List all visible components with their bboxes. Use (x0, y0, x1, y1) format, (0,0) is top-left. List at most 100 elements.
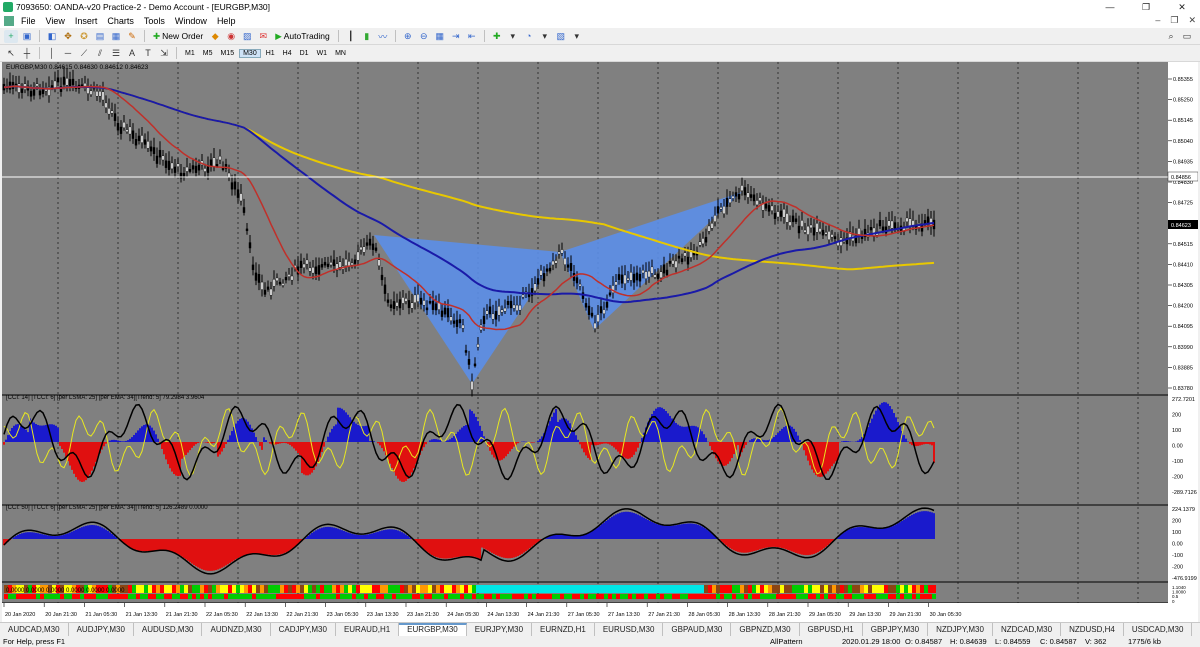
menu-insert[interactable]: Insert (70, 16, 103, 26)
timeframe-m15[interactable]: M15 (217, 50, 237, 57)
crosshair-icon[interactable]: ┼ (20, 47, 34, 60)
tab-cadjpy-m30[interactable]: CADJPY,M30 (271, 623, 336, 636)
tab-gbpusd-h1[interactable]: GBPUSD,H1 (800, 623, 863, 636)
chart-shift-icon[interactable]: ⇤ (465, 30, 479, 43)
menu-view[interactable]: View (41, 16, 70, 26)
new-order-button[interactable]: ✚ New Order (150, 30, 206, 43)
timeframe-w1[interactable]: W1 (314, 50, 331, 57)
child-close-icon[interactable]: ✕ (1188, 15, 1196, 26)
menu-help[interactable]: Help (212, 16, 241, 26)
cursor-icon[interactable]: ↖ (4, 47, 18, 60)
signal-cell (816, 594, 820, 599)
trendline-icon[interactable]: ⟋ (77, 47, 91, 60)
minimize-button[interactable]: — (1092, 0, 1128, 14)
signal-cell (652, 585, 656, 593)
tab-nzdusd-h4[interactable]: NZDUSD,H4 (1061, 623, 1124, 636)
signals-icon[interactable]: ◉ (224, 30, 238, 43)
bar-chart-icon[interactable]: ┃ (344, 30, 358, 43)
signal-cell (660, 585, 664, 593)
vertical-line-icon[interactable]: │ (45, 47, 59, 60)
signal-cell (648, 585, 652, 593)
horizontal-line-icon[interactable]: ─ (61, 47, 75, 60)
search-icon[interactable]: ⌕ (1164, 30, 1178, 43)
fibonacci-icon[interactable]: ☰ (109, 47, 123, 60)
menu-file[interactable]: File (16, 16, 41, 26)
text-icon[interactable]: A (125, 47, 139, 60)
zoom-in-icon[interactable]: ⊕ (401, 30, 415, 43)
navigator-icon[interactable]: ✪ (77, 30, 91, 43)
market-icon[interactable]: ▨ (240, 30, 254, 43)
zoom-out-icon[interactable]: ⊖ (417, 30, 431, 43)
signal-cell (492, 594, 496, 599)
timeframe-m1[interactable]: M1 (182, 50, 198, 57)
candle-body (302, 263, 306, 268)
candle-body (269, 288, 273, 296)
terminal-icon[interactable]: ▤ (93, 30, 107, 43)
periods-icon[interactable]: ◔ (522, 30, 536, 43)
menu-window[interactable]: Window (170, 16, 212, 26)
signal-cell (500, 585, 504, 593)
auto-scroll-icon[interactable]: ⇥ (449, 30, 463, 43)
tab-gbpaud-m30[interactable]: GBPAUD,M30 (663, 623, 732, 636)
timeframe-h4[interactable]: H4 (280, 50, 295, 57)
channel-icon[interactable]: ⫽ (93, 47, 107, 60)
tab-eurgbp-m30[interactable]: EURGBP,M30 (399, 623, 467, 636)
toolbar-separator (39, 30, 40, 42)
candle-body (662, 264, 666, 274)
metaeditor-icon[interactable]: ◆ (208, 30, 222, 43)
templates-icon[interactable]: ▧ (554, 30, 568, 43)
periods-dropdown-icon[interactable]: ▾ (538, 30, 552, 43)
signal-cell (512, 594, 516, 599)
tab-euraud-h1[interactable]: EURAUD,H1 (336, 623, 400, 636)
candle-body (770, 205, 774, 211)
new-chart-icon[interactable]: + (4, 29, 18, 43)
tab-eurjpy-m30[interactable]: EURJPY,M30 (467, 623, 533, 636)
tab-eurusd-m30[interactable]: EURUSD,M30 (595, 623, 664, 636)
candlestick-icon[interactable]: ▮ (360, 30, 374, 43)
tab-audnzd-m30[interactable]: AUDNZD,M30 (202, 623, 271, 636)
menu-tools[interactable]: Tools (139, 16, 170, 26)
chart-window[interactable]: 0.0000 0.0000 0.0000 0.0000 0.0000 0.000… (2, 62, 1198, 622)
signal-cell (912, 594, 916, 599)
timeframe-m30[interactable]: M30 (239, 48, 261, 58)
tab-audcad-m30[interactable]: AUDCAD,M30 (0, 623, 69, 636)
tab-gbpjpy-m30[interactable]: GBPJPY,M30 (863, 623, 929, 636)
price-chart-canvas[interactable]: 0.0000 0.0000 0.0000 0.0000 0.0000 0.000… (2, 62, 1198, 622)
profiles-icon[interactable]: ▣ (20, 30, 34, 43)
candle-body (116, 122, 120, 131)
tab-audusd-m30[interactable]: AUDUSD,M30 (134, 623, 203, 636)
timeframe-h1[interactable]: H1 (263, 50, 278, 57)
indicators-dropdown-icon[interactable]: ▾ (506, 30, 520, 43)
tile-windows-icon[interactable]: ▦ (433, 30, 447, 43)
tab-usdcad-m30[interactable]: USDCAD,M30 (1124, 623, 1193, 636)
tab-nzdjpy-m30[interactable]: NZDJPY,M30 (928, 623, 993, 636)
tab-nzdcad-m30[interactable]: NZDCAD,M30 (993, 623, 1062, 636)
tab-usdjpy-m30[interactable]: USDJPY,M30 (1192, 623, 1200, 636)
templates-dropdown-icon[interactable]: ▾ (570, 30, 584, 43)
tester-icon[interactable]: ▦ (109, 30, 123, 43)
signal-cell (276, 585, 280, 593)
candle-body (818, 228, 822, 233)
options-icon[interactable]: ✎ (125, 30, 139, 43)
tab-gbpnzd-m30[interactable]: GBPNZD,M30 (731, 623, 800, 636)
child-minimize-icon[interactable]: – (1155, 15, 1160, 26)
line-chart-icon[interactable]: 〰 (376, 30, 390, 43)
tab-audjpy-m30[interactable]: AUDJPY,M30 (69, 623, 134, 636)
indicators-icon[interactable]: ✚ (490, 30, 504, 43)
vps-icon[interactable]: ✉ (256, 30, 270, 43)
timeframe-m5[interactable]: M5 (200, 50, 216, 57)
autotrading-button[interactable]: ▶ AutoTrading (272, 30, 333, 43)
child-restore-icon[interactable]: ❐ (1170, 15, 1178, 26)
data-window-icon[interactable]: ✥ (61, 30, 75, 43)
menu-charts[interactable]: Charts (102, 16, 139, 26)
signal-cell (368, 594, 372, 599)
timeframe-mn[interactable]: MN (332, 50, 349, 57)
timeframe-d1[interactable]: D1 (297, 50, 312, 57)
chat-icon[interactable]: ▭ (1180, 30, 1194, 43)
maximize-button[interactable]: ❐ (1128, 0, 1164, 14)
market-watch-icon[interactable]: ◧ (45, 30, 59, 43)
tab-eurnzd-h1[interactable]: EURNZD,H1 (532, 623, 595, 636)
close-button[interactable]: ✕ (1164, 0, 1200, 14)
label-icon[interactable]: T (141, 47, 155, 60)
arrows-icon[interactable]: ⇲ (157, 47, 171, 60)
